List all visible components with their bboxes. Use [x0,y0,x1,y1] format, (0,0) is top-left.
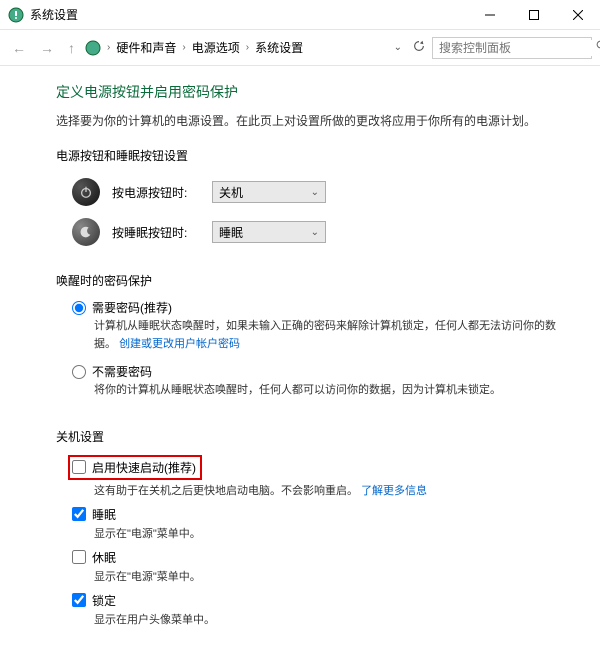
chevron-right-icon: › [246,42,249,53]
hibernate-option-item: 休眠 显示在"电源"菜单中。 [56,549,564,584]
search-icon[interactable] [596,40,600,55]
cp-icon [85,40,101,56]
breadcrumb-item[interactable]: 系统设置 [255,39,303,56]
radio-no-password: 不需要密码 将你的计算机从睡眠状态唤醒时，任何人都可以访问你的数据，因为计算机未… [72,363,564,400]
page-title: 定义电源按钮并启用密码保护 [56,82,564,102]
sleep-option-label[interactable]: 睡眠 [72,506,564,523]
radio-no-label[interactable]: 不需要密码 [72,363,564,380]
dropdown-value: 睡眠 [219,224,243,241]
sleep-button-label: 按睡眠按钮时: [112,224,200,241]
app-icon [8,7,24,23]
content: 定义电源按钮并启用密码保护 选择要为你的计算机的电源设置。在此页上对设置所做的更… [0,66,600,651]
breadcrumb-item[interactable]: 硬件和声音 [116,39,176,56]
breadcrumb: 硬件和声音 › 电源选项 › 系统设置 [116,39,383,56]
fast-startup-label: 启用快速启动(推荐) [92,459,196,476]
breadcrumb-item[interactable]: 电源选项 [192,39,240,56]
highlight-box: 启用快速启动(推荐) [68,455,202,480]
sleep-button-dropdown[interactable]: 睡眠 ⌄ [212,221,326,243]
radio-require-input[interactable] [72,301,86,315]
sleep-icon [72,218,100,246]
power-button-label: 按电源按钮时: [112,184,200,201]
section-heading-shutdown: 关机设置 [56,428,564,445]
lock-option-item: 锁定 显示在用户头像菜单中。 [56,592,564,627]
check-label-text: 锁定 [92,592,116,609]
hibernate-option-desc: 显示在"电源"菜单中。 [72,568,564,584]
window-title: 系统设置 [30,6,468,23]
power-button-row: 按电源按钮时: 关机 ⌄ [56,174,564,210]
chevron-right-icon: › [107,42,110,53]
check-label-text: 睡眠 [92,506,116,523]
fast-startup-item: 启用快速启动(推荐) 这有助于在关机之后更快地启动电脑。不会影响重启。 了解更多… [56,455,564,498]
radio-no-desc: 将你的计算机从睡眠状态唤醒时，任何人都可以访问你的数据，因为计算机未锁定。 [72,382,564,400]
lock-option-label[interactable]: 锁定 [72,592,564,609]
chevron-down-icon: ⌄ [311,227,319,238]
radio-label-text: 需要密码(推荐) [92,299,172,316]
up-button[interactable]: ↑ [64,38,79,58]
radio-require-desc: 计算机从睡眠状态唤醒时，如果未输入正确的密码来解除计算机锁定，任何人都无法访问你… [72,318,564,353]
section-heading-wake: 唤醒时的密码保护 [56,272,564,289]
sleep-option-item: 睡眠 显示在"电源"菜单中。 [56,506,564,541]
create-password-link[interactable]: 创建或更改用户帐户密码 [119,338,240,350]
check-label-text: 休眠 [92,549,116,566]
chevron-right-icon: › [182,42,185,53]
search-box[interactable] [432,37,592,59]
power-icon [72,178,100,206]
chevron-down-icon: ⌄ [311,187,319,198]
radio-label-text: 不需要密码 [92,363,152,380]
lock-option-desc: 显示在用户头像菜单中。 [72,611,564,627]
navbar: ← → ↑ › 硬件和声音 › 电源选项 › 系统设置 ⌄ [0,30,600,66]
section-heading-buttons: 电源按钮和睡眠按钮设置 [56,147,564,164]
power-button-dropdown[interactable]: 关机 ⌄ [212,181,326,203]
page-description: 选择要为你的计算机的电源设置。在此页上对设置所做的更改将应用于你所有的电源计划。 [56,112,564,129]
hibernate-option-label[interactable]: 休眠 [72,549,564,566]
back-button[interactable]: ← [8,38,30,58]
maximize-button[interactable] [512,0,556,30]
radio-require-label[interactable]: 需要密码(推荐) [72,299,564,316]
sleep-option-desc: 显示在"电源"菜单中。 [72,525,564,541]
fast-startup-checkbox[interactable] [72,460,86,474]
fast-startup-desc: 这有助于在关机之后更快地启动电脑。不会影响重启。 了解更多信息 [72,482,564,498]
dropdown-value: 关机 [219,184,243,201]
close-button[interactable] [556,0,600,30]
sleep-option-checkbox[interactable] [72,507,86,521]
hibernate-option-checkbox[interactable] [72,550,86,564]
refresh-button[interactable] [412,39,426,56]
search-input[interactable] [437,40,596,56]
forward-button[interactable]: → [36,38,58,58]
radio-no-input[interactable] [72,365,86,379]
minimize-button[interactable] [468,0,512,30]
lock-option-checkbox[interactable] [72,593,86,607]
sleep-button-row: 按睡眠按钮时: 睡眠 ⌄ [56,214,564,250]
breadcrumb-dropdown[interactable]: ⌄ [390,40,406,55]
titlebar: 系统设置 [0,0,600,30]
radio-require-password: 需要密码(推荐) 计算机从睡眠状态唤醒时，如果未输入正确的密码来解除计算机锁定，… [72,299,564,353]
learn-more-link[interactable]: 了解更多信息 [361,485,427,497]
